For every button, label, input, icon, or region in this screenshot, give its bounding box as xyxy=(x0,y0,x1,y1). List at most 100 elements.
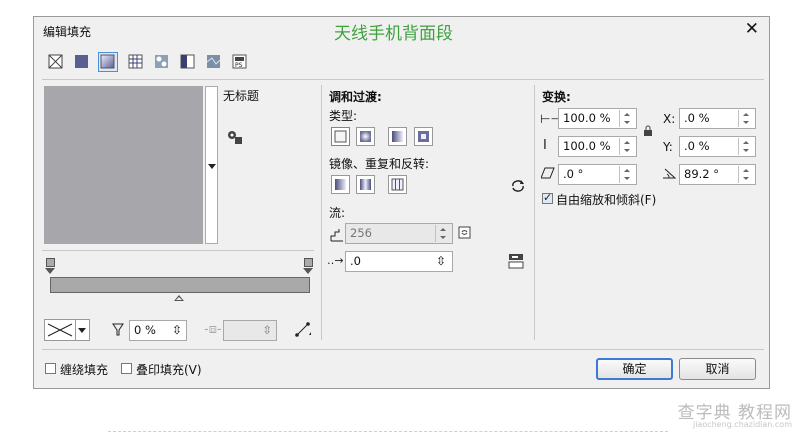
lock-steps-icon xyxy=(458,226,471,239)
node-offset-field[interactable]: ⇳ xyxy=(223,320,277,341)
end-color-node[interactable] xyxy=(304,258,313,267)
default-mode-icon xyxy=(335,179,346,190)
repeat-mode-icon xyxy=(391,178,404,191)
rectangular-fill-icon xyxy=(418,131,429,142)
fill-height-field[interactable]: 100.0 % xyxy=(558,136,637,157)
acceleration-field[interactable]: .0 ⇳ xyxy=(345,251,453,272)
transform-heading: 变换: xyxy=(542,90,571,104)
two-color-pattern-fill-button[interactable] xyxy=(178,52,198,72)
start-color-node[interactable] xyxy=(46,258,55,267)
fill-width-field[interactable]: 100.0 % xyxy=(558,108,637,129)
node-position-value: 0 % xyxy=(134,323,156,337)
wrap-fill-checkbox[interactable] xyxy=(45,363,56,374)
blend-direction-icon xyxy=(295,322,311,337)
free-scale-checkbox[interactable] xyxy=(542,191,553,204)
lock-steps-button[interactable] xyxy=(458,226,472,243)
bottom-separator xyxy=(42,349,764,350)
edit-fill-dialog: 编辑填充 天线手机背面段 ✕ PS 无标题 0 % ⇳ -⧈- ⇳ 调和过渡: … xyxy=(33,16,770,389)
x-label: X: xyxy=(663,112,676,126)
blend-heading: 调和过渡: xyxy=(329,90,382,104)
texture-fill-button[interactable] xyxy=(204,52,224,72)
no-color-icon xyxy=(47,323,73,337)
fountain-fill-icon xyxy=(100,54,115,69)
acceleration-icon: ‥→ xyxy=(327,254,344,267)
node-color-picker[interactable] xyxy=(44,319,90,341)
steps-icon xyxy=(329,227,345,246)
preview-separator xyxy=(42,250,314,251)
chevron-down-icon xyxy=(78,328,86,333)
close-button[interactable]: ✕ xyxy=(745,19,759,39)
x-offset-spinner[interactable] xyxy=(738,110,754,127)
preset-name: 无标题 xyxy=(223,89,260,103)
linear-fountain-button[interactable] xyxy=(331,127,350,146)
fountain-fill-button[interactable] xyxy=(98,52,118,72)
smooth-transition-icon xyxy=(508,254,524,269)
texture-fill-icon xyxy=(206,55,221,68)
free-scale-label: 自由缩放和倾斜(F) xyxy=(556,193,657,207)
lock-icon xyxy=(644,125,652,136)
uniform-fill-button[interactable] xyxy=(72,52,92,72)
rotate-icon xyxy=(661,166,677,183)
two-color-pattern-icon xyxy=(180,54,195,69)
start-node-pointer-icon xyxy=(45,268,55,274)
type-label: 类型: xyxy=(329,109,358,123)
conical-fill-icon xyxy=(392,131,403,142)
rotate-value: 89.2 ° xyxy=(684,167,720,181)
save-preset-button[interactable] xyxy=(226,129,244,148)
save-preset-icon xyxy=(228,131,242,144)
y-offset-value: .0 % xyxy=(684,139,710,153)
node-position-field[interactable]: 0 % ⇳ xyxy=(129,320,187,341)
vector-pattern-fill-button[interactable] xyxy=(126,52,146,72)
conical-fountain-button[interactable] xyxy=(388,127,407,146)
vector-pattern-icon xyxy=(128,54,143,69)
y-offset-spinner[interactable] xyxy=(738,138,754,155)
node-offset-icon: -⧈- xyxy=(204,322,222,337)
svg-text:PS: PS xyxy=(235,62,243,69)
bitmap-pattern-icon xyxy=(155,55,168,68)
steps-spinner[interactable] xyxy=(435,225,451,242)
color-dropdown-arrow[interactable] xyxy=(75,320,89,340)
color-blend-button[interactable] xyxy=(294,320,312,341)
default-fill-mode-button[interactable] xyxy=(331,175,350,194)
fill-height-spinner[interactable] xyxy=(619,138,635,155)
postscript-fill-button[interactable]: PS xyxy=(230,52,250,72)
overlay-title: 天线手机背面段 xyxy=(334,24,453,44)
lock-ratio-button[interactable] xyxy=(643,125,653,140)
gradient-bar[interactable] xyxy=(50,277,310,293)
reverse-fill-button[interactable] xyxy=(509,177,527,196)
wrap-fill-label: 缠绕填充 xyxy=(60,363,109,377)
preset-dropdown[interactable] xyxy=(205,86,218,244)
midpoint-slider[interactable] xyxy=(174,295,184,301)
postscript-fill-icon: PS xyxy=(232,54,247,69)
no-fill-button[interactable] xyxy=(46,52,66,72)
overprint-fill-checkbox[interactable] xyxy=(121,363,132,374)
smooth-transition-button[interactable] xyxy=(508,253,524,272)
fill-preview xyxy=(44,86,203,244)
skew-field[interactable]: .0 ° xyxy=(558,164,637,185)
transparency-icon xyxy=(112,323,124,340)
repeat-fill-button[interactable] xyxy=(388,175,407,194)
dialog-title: 编辑填充 xyxy=(43,25,92,39)
no-fill-icon xyxy=(48,54,63,69)
rectangular-fountain-button[interactable] xyxy=(414,127,433,146)
spin-icon: ⇳ xyxy=(171,323,182,337)
chevron-down-icon xyxy=(208,164,216,169)
acceleration-value: .0 xyxy=(350,254,361,268)
skew-spinner[interactable] xyxy=(619,166,635,183)
fill-width-spinner[interactable] xyxy=(619,110,635,127)
spin-icon: ⇳ xyxy=(262,323,272,337)
end-node-pointer-icon xyxy=(303,268,313,274)
mirror-fill-button[interactable] xyxy=(356,175,375,194)
ok-button[interactable]: 确定 xyxy=(596,358,673,380)
rotate-field[interactable]: 89.2 ° xyxy=(679,164,756,185)
overprint-fill-label: 叠印填充(V) xyxy=(136,363,202,377)
steps-field[interactable]: 256 xyxy=(345,223,453,244)
reverse-icon xyxy=(512,180,524,192)
x-offset-field[interactable]: .0 % xyxy=(679,108,756,129)
rotate-spinner[interactable] xyxy=(738,166,754,183)
y-offset-field[interactable]: .0 % xyxy=(679,136,756,157)
mirror-mode-icon xyxy=(360,179,371,190)
cancel-button[interactable]: 取消 xyxy=(679,358,756,380)
bitmap-pattern-fill-button[interactable] xyxy=(152,52,172,72)
elliptical-fountain-button[interactable] xyxy=(356,127,375,146)
